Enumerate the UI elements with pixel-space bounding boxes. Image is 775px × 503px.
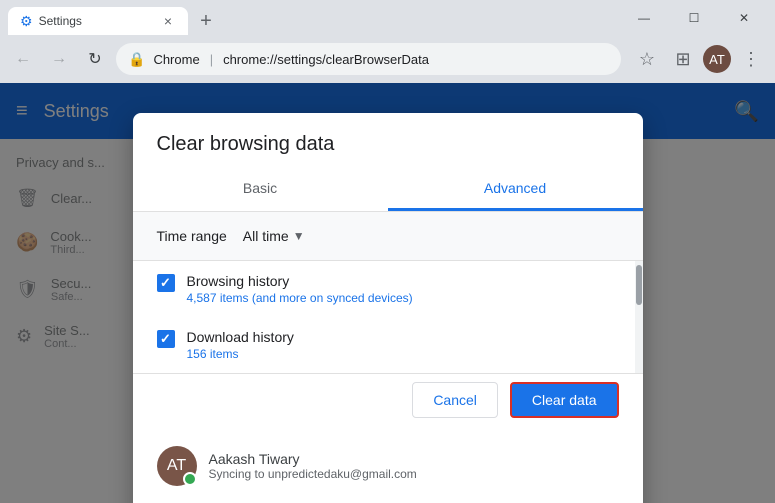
back-button[interactable]: ← xyxy=(8,44,38,74)
url-path: chrome://settings/clearBrowserData xyxy=(223,52,429,67)
dialog-title: Clear browsing data xyxy=(133,113,643,168)
clear-data-button[interactable]: Clear data xyxy=(510,382,619,418)
tab-title: Settings xyxy=(39,14,82,28)
browsing-history-checkbox[interactable]: ✓ xyxy=(157,274,175,292)
new-tab-button[interactable]: + xyxy=(192,7,220,35)
tab-close-button[interactable]: × xyxy=(160,13,176,29)
select-arrow-icon: ▼ xyxy=(293,229,305,243)
browsing-history-label: Browsing history xyxy=(187,273,413,289)
clear-data-dialog: Clear browsing data Basic Advanced Time … xyxy=(133,113,643,503)
profile-button[interactable]: AT xyxy=(703,45,731,73)
lock-icon: 🔒 xyxy=(128,51,145,68)
dialog-tabs: Basic Advanced xyxy=(133,168,643,212)
modal-overlay: Clear browsing data Basic Advanced Time … xyxy=(0,83,775,503)
url-bar[interactable]: 🔒 Chrome | chrome://settings/clearBrowse… xyxy=(116,43,621,75)
user-name: Aakash Tiwary xyxy=(209,451,417,467)
dialog-actions: Cancel Clear data xyxy=(133,374,643,434)
download-history-label: Download history xyxy=(187,329,294,345)
bookmark-button[interactable]: ☆ xyxy=(631,43,663,75)
forward-button[interactable]: → xyxy=(44,44,74,74)
title-bar: ⚙ Settings × + — ☐ ✕ xyxy=(0,0,775,35)
address-actions: ☆ ⊞ AT ⋮ xyxy=(631,43,767,75)
scroll-thumb[interactable] xyxy=(636,265,642,305)
close-button[interactable]: ✕ xyxy=(721,4,767,32)
refresh-button[interactable]: ↻ xyxy=(80,44,110,74)
minimize-button[interactable]: — xyxy=(621,4,667,32)
avatar: AT xyxy=(157,446,197,486)
time-range-label: Time range xyxy=(157,228,227,244)
url-separator: | xyxy=(210,52,213,67)
tab-basic[interactable]: Basic xyxy=(133,168,388,211)
sync-badge xyxy=(183,472,197,486)
notice-text: To clear browsing data from this device … xyxy=(133,498,643,503)
user-info: Aakash Tiwary Syncing to unpredictedaku@… xyxy=(209,451,417,481)
tab-favicon: ⚙ xyxy=(20,13,33,30)
checkmark-icon: ✓ xyxy=(160,275,171,291)
user-row: AT Aakash Tiwary Syncing to unpredicteda… xyxy=(133,434,643,498)
time-range-value: All time xyxy=(243,228,289,244)
restore-button[interactable]: ☐ xyxy=(671,4,717,32)
url-site: Chrome xyxy=(153,52,199,67)
checkbox-list: ✓ Browsing history 4,587 items (and more… xyxy=(133,261,643,373)
window-controls: — ☐ ✕ xyxy=(621,4,767,32)
download-history-count: 156 items xyxy=(187,347,294,361)
download-history-checkbox[interactable]: ✓ xyxy=(157,330,175,348)
dialog-body: Time range All time ▼ ✓ Browsing history xyxy=(133,212,643,373)
cancel-button[interactable]: Cancel xyxy=(412,382,498,418)
checkbox-item-browsing: ✓ Browsing history 4,587 items (and more… xyxy=(133,261,643,317)
address-bar: ← → ↻ 🔒 Chrome | chrome://settings/clear… xyxy=(0,35,775,83)
browsing-history-text: Browsing history 4,587 items (and more o… xyxy=(187,273,413,305)
scroll-track xyxy=(635,261,643,373)
download-history-text: Download history 156 items xyxy=(187,329,294,361)
tab-advanced[interactable]: Advanced xyxy=(388,168,643,211)
settings-page: ≡ Settings 🔍 Privacy and s... 🗑 Clear...… xyxy=(0,83,775,503)
extensions-button[interactable]: ⊞ xyxy=(667,43,699,75)
menu-button[interactable]: ⋮ xyxy=(735,43,767,75)
dialog-footer: Cancel Clear data AT Aakash Tiwary Synci… xyxy=(133,373,643,503)
user-email: Syncing to unpredictedaku@gmail.com xyxy=(209,467,417,481)
checkbox-item-downloads: ✓ Download history 156 items xyxy=(133,317,643,373)
time-range-select[interactable]: All time ▼ xyxy=(243,228,305,244)
browsing-history-count: 4,587 items (and more on synced devices) xyxy=(187,291,413,305)
checkmark-icon: ✓ xyxy=(160,331,171,347)
active-tab[interactable]: ⚙ Settings × xyxy=(8,7,188,35)
tab-bar: ⚙ Settings × + xyxy=(8,0,220,35)
time-range-row: Time range All time ▼ xyxy=(133,212,643,261)
